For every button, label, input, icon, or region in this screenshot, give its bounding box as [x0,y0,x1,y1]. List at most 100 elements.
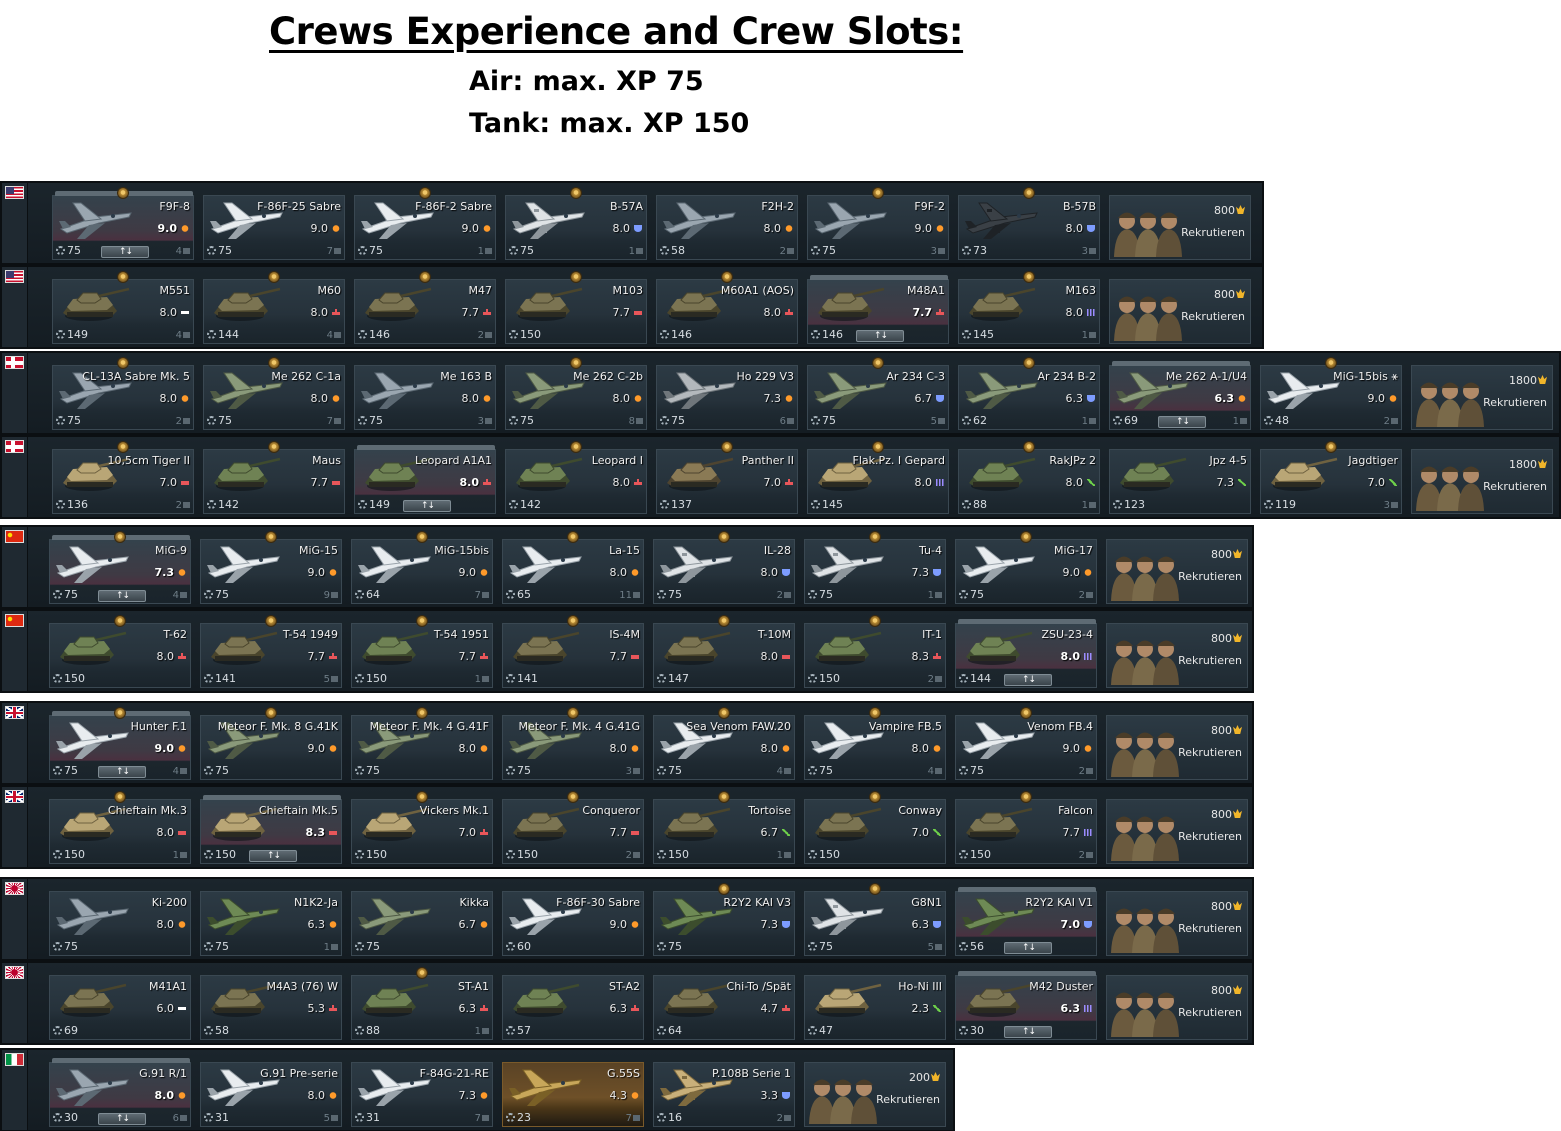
crew-slot-card[interactable]: Tortoise 6.7 150 1 [653,791,795,864]
crew-slot-card[interactable]: R2Y2 KAI V3 7.3 75 [653,883,795,956]
crew-slot-card[interactable]: MiG-17 9.0 75 2 [955,531,1097,604]
crew-slot-card[interactable]: M47 7.7 146 2 [354,271,496,344]
recruit-crew-button[interactable]: 800 Rekrutieren [1106,891,1248,956]
crew-slot-card[interactable]: F-86F-30 Sabre 9.0 60 [502,891,644,956]
recruit-crew-button[interactable]: 1800 Rekrutieren [1411,365,1553,430]
crew-slot-card[interactable]: IS-4M 7.7 141 [502,615,644,688]
crew-slot-card[interactable]: Flak.Pz. I Gepard 8.0 145 [807,441,949,514]
crew-slot-card[interactable]: Kikka 6.7 75 [351,891,493,956]
crew-slot-card[interactable]: Meteor F. Mk. 4 G.41F 8.0 75 [351,707,493,780]
crew-slot-card[interactable]: G.91 Pre-serie 8.0 31 5 [200,1062,342,1127]
crew-slot-card[interactable]: M4A3 (76) W 5.3 58 [200,975,342,1040]
crew-slot-card[interactable]: Chieftain Mk.3 8.0 150 1 [49,791,191,864]
crew-slot-card[interactable]: M163 8.0 145 1 [958,271,1100,344]
recruit-crew-button[interactable]: 800 Rekrutieren [1106,799,1248,864]
crew-slot-card[interactable]: Ho-Ni III 2.3 47 [804,975,946,1040]
crew-slot-card[interactable]: Ho 229 V3 7.3 75 6 [656,365,798,430]
crew-slot-card[interactable]: Meteor F. Mk. 8 G.41K 9.0 75 [200,707,342,780]
crew-slot-card[interactable]: B-57B 8.0 73 3 [958,187,1100,260]
swap-crew-button[interactable]: ↑↓ [1004,942,1052,954]
crew-slot-card[interactable]: IT-1 8.3 150 2 [804,615,946,688]
crew-slot-card[interactable]: MiG-15bis 9.0 64 7 [351,531,493,604]
crew-slot-card[interactable]: G.91 R/1 8.0 30 6 ↑↓ [49,1058,191,1127]
crew-slot-card[interactable]: Venom FB.4 9.0 75 2 [955,707,1097,780]
crew-slot-card[interactable]: 10,5cm Tiger II 7.0 136 2 [52,441,194,514]
swap-crew-button[interactable]: ↑↓ [403,500,451,512]
crew-slot-card[interactable]: T-54 1951 7.7 150 1 [351,615,493,688]
crew-slot-card[interactable]: Leopard A1A1 8.0 149 ↑↓ [354,445,496,514]
recruit-crew-button[interactable]: 800 Rekrutieren [1106,623,1248,688]
crew-slot-card[interactable]: Conqueror 7.7 150 2 [502,791,644,864]
crew-slot-card[interactable]: Vampire FB.5 8.0 75 4 [804,707,946,780]
crew-slot-card[interactable]: Ki-200 8.0 75 [49,891,191,956]
crew-slot-card[interactable]: F-86F-25 Sabre 9.0 75 7 [203,195,345,260]
crew-slot-card[interactable]: ST-A2 6.3 57 [502,975,644,1040]
crew-slot-card[interactable]: MiG-15 9.0 75 9 [200,531,342,604]
crew-slot-card[interactable]: M41A1 6.0 69 [49,975,191,1040]
crew-slot-card[interactable]: MiG-15bis ⚹ 9.0 48 2 [1260,357,1402,430]
crew-slot-card[interactable]: Me 262 A-1/U4 6.3 69 1 ↑↓ [1109,361,1251,430]
swap-crew-button[interactable]: ↑↓ [1004,1026,1052,1038]
crew-slot-card[interactable]: La-15 8.0 65 11 [502,531,644,604]
crew-slot-card[interactable]: Jpz 4-5 7.3 123 [1109,449,1251,514]
crew-slot-card[interactable]: MiG-9 7.3 75 4 ↑↓ [49,531,191,604]
crew-slot-card[interactable]: IL-28 8.0 75 2 [653,531,795,604]
crew-slot-card[interactable]: T-54 1949 7.7 141 5 [200,615,342,688]
crew-slot-card[interactable]: G8N1 6.3 75 5 [804,883,946,956]
crew-slot-card[interactable]: Ar 234 C-3 6.7 75 5 [807,357,949,430]
crew-slot-card[interactable]: F9F-8 9.0 75 4 ↑↓ [52,187,194,260]
crew-slot-card[interactable]: M103 7.7 150 [505,271,647,344]
recruit-crew-button[interactable]: 800 Rekrutieren [1109,279,1251,344]
crew-slot-card[interactable]: Meteor F. Mk. 4 G.41G 8.0 75 3 [502,707,644,780]
recruit-crew-button[interactable]: 800 Rekrutieren [1106,715,1248,780]
crew-slot-card[interactable]: Ar 234 B-2 6.3 62 1 [958,357,1100,430]
swap-crew-button[interactable]: ↑↓ [101,246,149,258]
crew-slot-card[interactable]: M60A1 (AOS) 8.0 146 [656,271,798,344]
swap-crew-button[interactable]: ↑↓ [98,590,146,602]
crew-slot-card[interactable]: M48A1 7.7 146 ↑↓ [807,275,949,344]
crew-slot-card[interactable]: Jagdtiger 7.0 119 3 [1260,441,1402,514]
crew-slot-card[interactable]: Chi-To /Spät 4.7 64 [653,975,795,1040]
crew-slot-card[interactable]: Leopard I 8.0 142 [505,441,647,514]
swap-crew-button[interactable]: ↑↓ [856,330,904,342]
crew-slot-card[interactable]: Conway 7.0 150 [804,791,946,864]
crew-slot-card[interactable]: F-86F-2 Sabre 9.0 75 1 [354,187,496,260]
crew-slot-card[interactable]: G.55S 4.3 23 7 [502,1062,644,1127]
recruit-crew-button[interactable]: 1800 Rekrutieren [1411,449,1553,514]
swap-crew-button[interactable]: ↑↓ [249,850,297,862]
crew-slot-card[interactable]: Chieftain Mk.5 8.3 150 ↑↓ [200,795,342,864]
crew-slot-card[interactable]: T-10M 8.0 147 [653,615,795,688]
crew-slot-card[interactable]: Sea Venom FAW.20 8.0 75 4 [653,707,795,780]
crew-slot-card[interactable]: Me 262 C-2b 8.0 75 8 [505,357,647,430]
crew-slot-card[interactable]: ST-A1 6.3 88 1 [351,967,493,1040]
crew-slot-card[interactable]: Falcon 7.7 150 2 [955,791,1097,864]
crew-slot-card[interactable]: M551 8.0 149 4 [52,271,194,344]
crew-slot-card[interactable]: M60 8.0 144 4 [203,271,345,344]
swap-crew-button[interactable]: ↑↓ [1158,416,1206,428]
crew-slot-card[interactable]: Maus 7.7 142 [203,441,345,514]
crew-slot-card[interactable]: Me 163 B 8.0 75 3 [354,365,496,430]
crew-slot-card[interactable]: P.108B Serie 1 3.3 16 2 [653,1062,795,1127]
recruit-crew-button[interactable]: 800 Rekrutieren [1109,195,1251,260]
swap-crew-button[interactable]: ↑↓ [98,766,146,778]
crew-slot-card[interactable]: B-57A 8.0 75 1 [505,187,647,260]
crew-slot-card[interactable]: Tu-4 7.3 75 1 [804,531,946,604]
crew-slot-card[interactable]: T-62 8.0 150 [49,615,191,688]
crew-slot-card[interactable]: RakJPz 2 8.0 88 1 [958,441,1100,514]
crew-slot-card[interactable]: R2Y2 KAI V1 7.0 56 ↑↓ [955,887,1097,956]
crew-slot-card[interactable]: M42 Duster 6.3 30 ↑↓ [955,971,1097,1040]
crew-slot-card[interactable]: F2H-2 8.0 58 2 [656,195,798,260]
crew-slot-card[interactable]: Vickers Mk.1 7.0 150 [351,791,493,864]
crew-slot-card[interactable]: F9F-2 9.0 75 3 [807,187,949,260]
crew-slot-card[interactable]: Panther II 7.0 137 [656,441,798,514]
recruit-crew-button[interactable]: 800 Rekrutieren [1106,539,1248,604]
swap-crew-button[interactable]: ↑↓ [1004,674,1052,686]
swap-crew-button[interactable]: ↑↓ [98,1113,146,1125]
crew-slot-card[interactable]: F-84G-21-RE 7.3 31 7 [351,1062,493,1127]
recruit-crew-button[interactable]: 800 Rekrutieren [1106,975,1248,1040]
crew-slot-card[interactable]: N1K2-Ja 6.3 75 1 [200,891,342,956]
crew-slot-card[interactable]: Hunter F.1 9.0 75 4 ↑↓ [49,707,191,780]
crew-slot-card[interactable]: ZSU-23-4 8.0 144 ↑↓ [955,619,1097,688]
crew-slot-card[interactable]: Me 262 C-1a 8.0 75 7 [203,357,345,430]
recruit-crew-button[interactable]: 200 Rekrutieren [804,1062,946,1127]
